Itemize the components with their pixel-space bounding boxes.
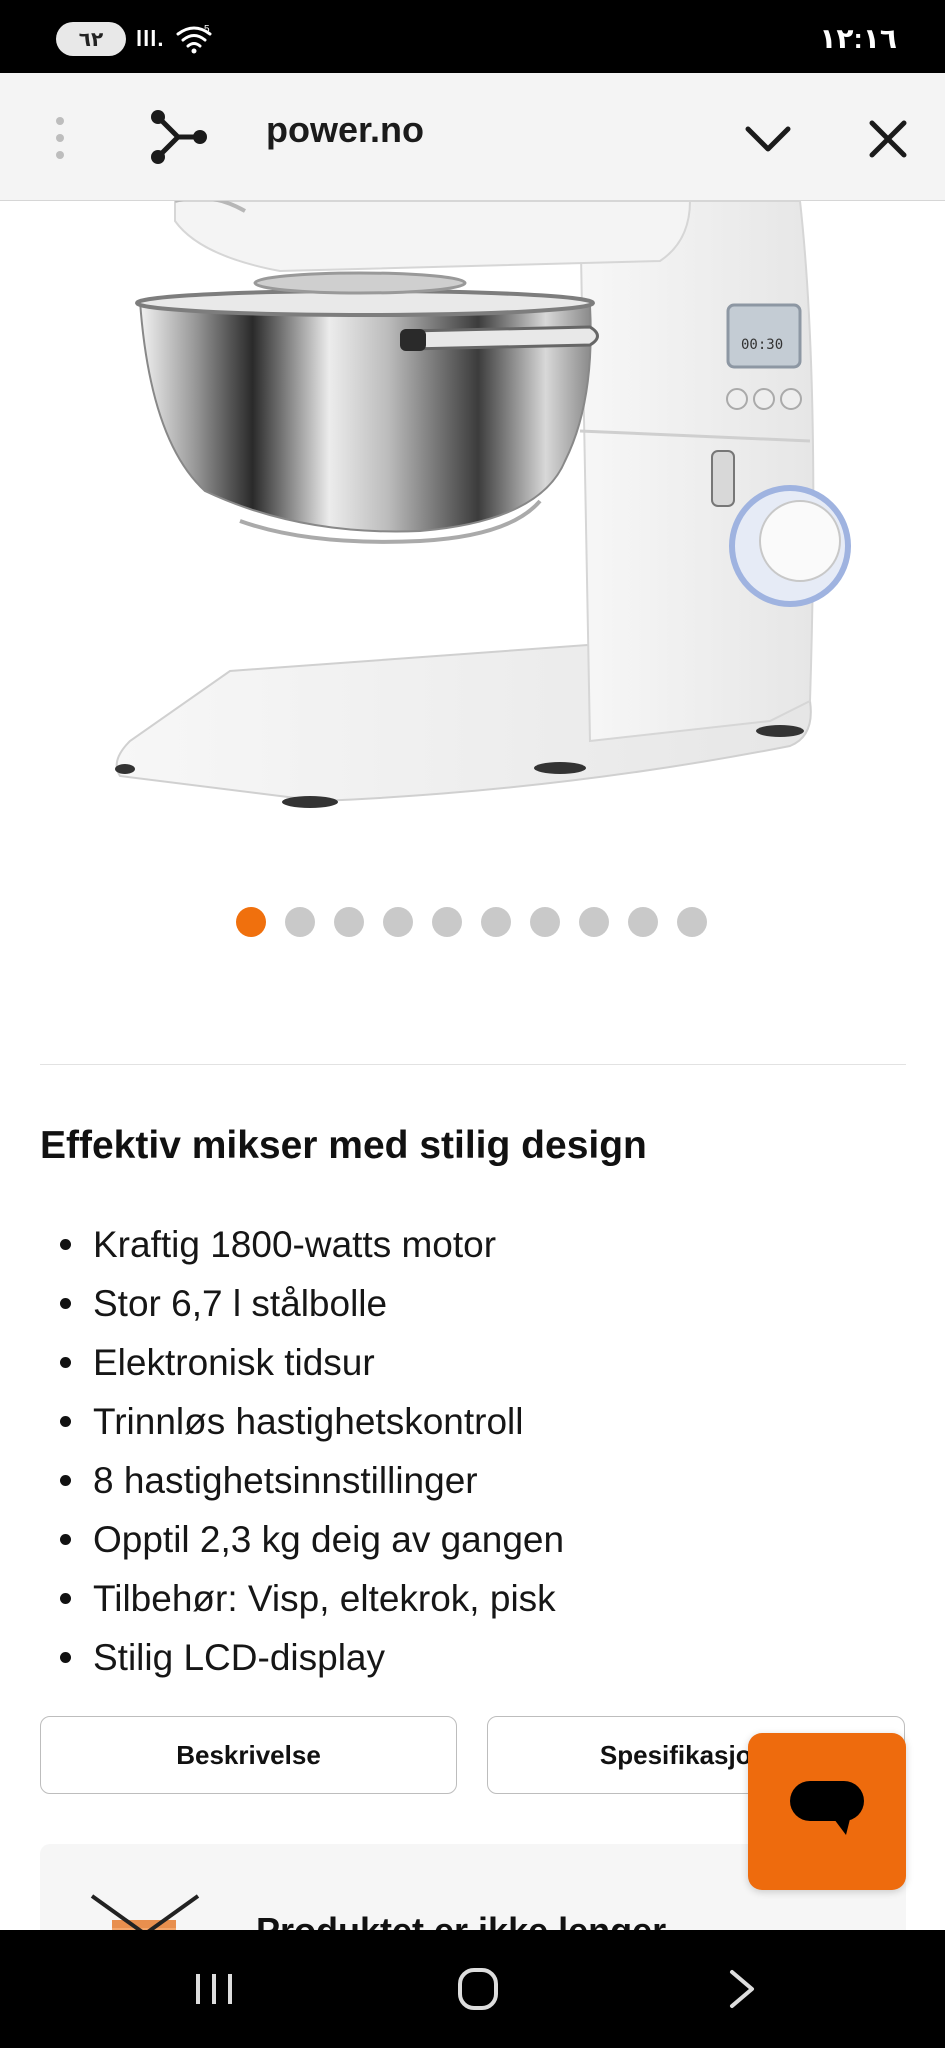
bullet-icon (60, 1416, 71, 1427)
carousel-dot[interactable] (530, 907, 560, 937)
system-nav-bar (0, 1930, 945, 2048)
chevron-down-icon[interactable] (742, 113, 794, 165)
feature-text: Tilbehør: Visp, eltekrok, pisk (93, 1577, 556, 1619)
wifi-badge: 5 (204, 24, 210, 35)
feature-text: Stilig LCD-display (93, 1636, 385, 1678)
bullet-icon (60, 1475, 71, 1486)
chat-button[interactable] (748, 1733, 906, 1890)
recents-icon[interactable] (184, 1964, 244, 2014)
close-icon[interactable] (862, 113, 914, 165)
list-item: Kraftig 1800-watts motor (40, 1215, 564, 1274)
feature-text: Stor 6,7 l stålbolle (93, 1282, 388, 1324)
list-item: Tilbehør: Visp, eltekrok, pisk (40, 1569, 564, 1628)
feature-text: 8 hastighetsinnstillinger (93, 1459, 478, 1501)
more-options-icon[interactable] (50, 113, 70, 163)
site-title: power.no (266, 109, 425, 150)
list-item: Opptil 2,3 kg deig av gangen (40, 1510, 564, 1569)
carousel-dot[interactable] (334, 907, 364, 937)
section-divider (40, 1064, 906, 1065)
carousel-dot[interactable] (432, 907, 462, 937)
battery-indicator: ٦٢ (56, 22, 126, 56)
home-icon[interactable] (448, 1964, 508, 2014)
bullet-icon (60, 1652, 71, 1663)
bullet-icon (60, 1593, 71, 1604)
chat-bubble-icon (790, 1781, 864, 1835)
carousel-dot[interactable] (579, 907, 609, 937)
share-icon[interactable] (148, 107, 208, 167)
mixer-display-text: 00:30 (741, 337, 783, 353)
bullet-icon (60, 1357, 71, 1368)
status-left-group: ٦٢ lll. 5 (56, 22, 214, 56)
feature-text: Elektronisk tidsur (93, 1341, 375, 1383)
back-icon[interactable] (712, 1964, 772, 2014)
feature-text: Kraftig 1800-watts motor (93, 1223, 497, 1265)
bullet-icon (60, 1298, 71, 1309)
carousel-dot-active[interactable] (236, 907, 266, 937)
carousel-dot[interactable] (481, 907, 511, 937)
description-tab-button[interactable]: Beskrivelse (40, 1716, 457, 1794)
clock: ١٢:١٦ (819, 23, 897, 54)
bullet-icon (60, 1534, 71, 1545)
description-heading: Effektiv mikser med stilig design (40, 1124, 647, 1167)
image-carousel-indicator (236, 907, 707, 937)
status-bar: ٦٢ lll. 5 ١٢:١٦ (0, 0, 945, 73)
list-item: Elektronisk tidsur (40, 1333, 564, 1392)
list-item: Stor 6,7 l stålbolle (40, 1274, 564, 1333)
feature-text: Trinnløs hastighetskontroll (93, 1400, 524, 1442)
list-item: 8 hastighetsinnstillinger (40, 1451, 564, 1510)
carousel-dot[interactable] (285, 907, 315, 937)
carousel-dot[interactable] (677, 907, 707, 937)
browser-header: power.no (0, 73, 945, 201)
signal-icon: lll. (136, 26, 165, 51)
feature-text: Opptil 2,3 kg deig av gangen (93, 1518, 565, 1560)
battery-level: ٦٢ (78, 28, 104, 51)
wifi-icon: 5 (176, 24, 212, 54)
feature-list: Kraftig 1800-watts motor Stor 6,7 l stål… (40, 1215, 564, 1687)
bullet-icon (60, 1239, 71, 1250)
carousel-dot[interactable] (628, 907, 658, 937)
list-item: Stilig LCD-display (40, 1628, 564, 1687)
product-image[interactable]: 00:30 (0, 201, 945, 841)
carousel-dot[interactable] (383, 907, 413, 937)
list-item: Trinnløs hastighetskontroll (40, 1392, 564, 1451)
